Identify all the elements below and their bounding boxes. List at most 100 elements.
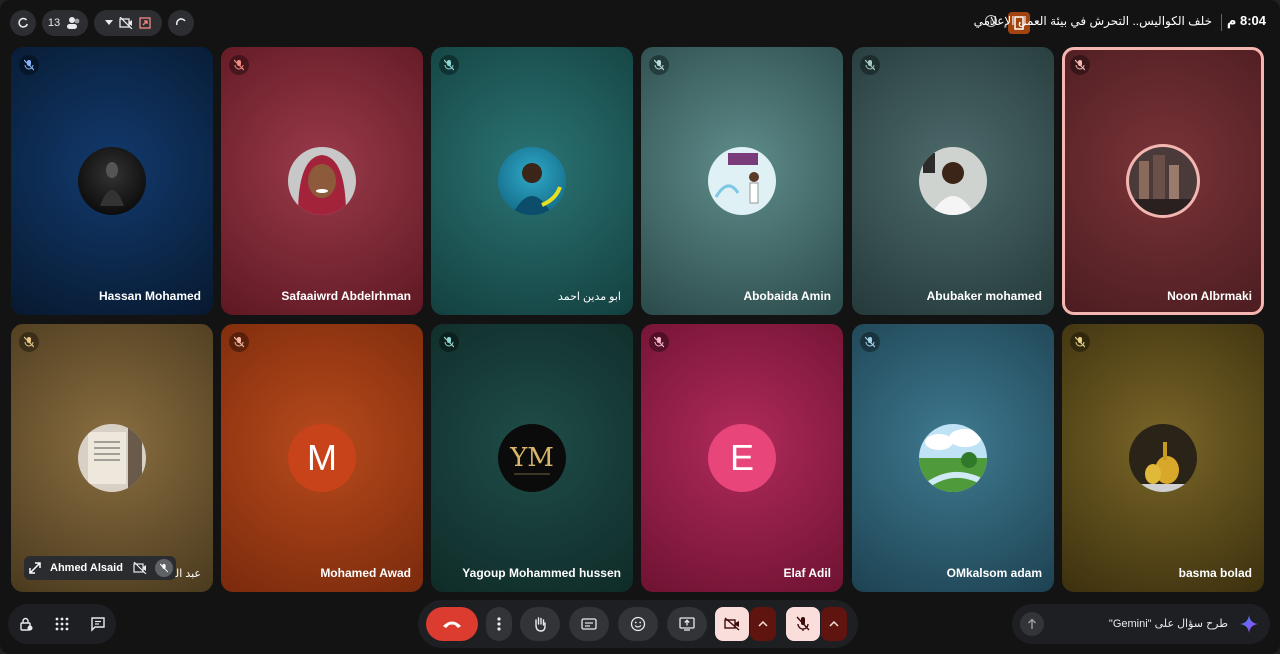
participant-tile[interactable]: Abubaker mohamed [852, 47, 1054, 315]
mic-off-icon [1070, 55, 1090, 75]
avatar [919, 424, 987, 492]
apps-grid-icon[interactable] [55, 617, 69, 631]
present-screen-icon [679, 617, 695, 631]
divider [1221, 14, 1222, 31]
mic-off-icon [229, 332, 249, 352]
expand-icon[interactable] [28, 561, 42, 575]
mic-off-icon [796, 616, 810, 631]
captions-icon [581, 618, 597, 630]
participant-name: Abobaida Amin [743, 289, 831, 303]
captions-button[interactable] [569, 607, 609, 641]
present-off-icon [139, 17, 151, 29]
participant-tile[interactable]: OMkalsom adam [852, 324, 1054, 592]
avatar [78, 147, 146, 215]
participant-tile[interactable]: M Mohamed Awad [221, 324, 423, 592]
top-bar: 13 i خلف الكواليس.. التحرش في بيئة العمل… [0, 0, 1280, 44]
participant-tile[interactable]: Abobaida Amin [641, 47, 843, 315]
hand-icon [535, 617, 546, 632]
gemini-sparkle-icon [1240, 615, 1258, 633]
mic-off-icon [229, 55, 249, 75]
participant-tile[interactable]: basma bolad [1062, 324, 1264, 592]
mic-off-icon [860, 332, 880, 352]
video-off-icon [133, 562, 147, 574]
participants-button[interactable]: 13 [42, 10, 88, 36]
chevron-up-icon [829, 621, 839, 627]
participant-name: ابو مدين احمد [557, 291, 621, 303]
spinner-icon [175, 18, 186, 26]
mic-off-icon [860, 55, 880, 75]
mic-off-icon [439, 332, 459, 352]
mic-off-icon [19, 55, 39, 75]
participant-tile[interactable]: ابو مدين احمد [431, 47, 633, 315]
avatar [498, 147, 566, 215]
gemini-placeholder: طرح سؤال على "Gemini" [1108, 618, 1228, 630]
video-off-icon [119, 17, 133, 29]
avatar: E [708, 424, 776, 492]
avatar [708, 147, 776, 215]
participant-name: Noon Albrmaki [1167, 289, 1252, 303]
avatar [78, 424, 146, 492]
participant-tile[interactable]: YM Yagoup Mohammed hussen [431, 324, 633, 592]
mic-off-icon [649, 55, 669, 75]
loading-button[interactable] [168, 10, 194, 36]
participant-name: OMkalsom adam [946, 566, 1042, 580]
people-icon [67, 17, 80, 29]
mic-off-icon [1070, 332, 1090, 352]
arrow-up-icon [1028, 618, 1036, 629]
more-vert-icon [497, 617, 501, 631]
camera-options-button[interactable] [750, 607, 776, 641]
avatar: YM [498, 424, 566, 492]
participant-name: basma bolad [1178, 566, 1252, 580]
avatar [288, 147, 356, 215]
participant-tile[interactable]: Safaaiwrd Abdelrhman [221, 47, 423, 315]
more-options-button[interactable] [486, 607, 512, 641]
clock: 8:04 م [1226, 13, 1266, 28]
mic-off-icon [439, 55, 459, 75]
refresh-icon [18, 17, 29, 28]
reactions-button[interactable] [618, 607, 658, 641]
emoji-icon [630, 616, 646, 632]
mic-toggle-button[interactable] [786, 607, 820, 641]
chat-icon[interactable] [90, 616, 106, 632]
bottom-bar: طرح سؤال على "Gemini" [0, 600, 1280, 648]
call-controls [418, 600, 858, 648]
mic-off-icon [19, 332, 39, 352]
avatar: M [288, 424, 356, 492]
participant-count: 13 [47, 17, 61, 29]
participant-name: Yagoup Mohammed hussen [462, 566, 621, 580]
participant-name: Abubaker mohamed [926, 289, 1042, 303]
video-off-icon [724, 617, 740, 631]
host-controls-group[interactable] [94, 10, 162, 36]
refresh-button[interactable] [10, 10, 36, 36]
host-lock-icon[interactable] [18, 616, 34, 632]
participant-tile[interactable]: E Elaf Adil [641, 324, 843, 592]
hang-up-icon [443, 621, 461, 628]
mic-options-button[interactable] [821, 607, 847, 641]
camera-toggle-button[interactable] [715, 607, 749, 641]
avatar-letter: M [307, 437, 337, 478]
participant-tile-speaking[interactable]: Noon Albrmaki [1062, 47, 1264, 315]
avatar [1129, 424, 1197, 492]
chevron-down-icon [105, 20, 113, 25]
svg-text:YM: YM [509, 443, 554, 473]
participant-tile[interactable]: Hassan Mohamed [11, 47, 213, 315]
chevron-up-icon [758, 621, 768, 627]
avatar [1129, 147, 1197, 215]
participant-name: Safaaiwrd Abdelrhman [281, 289, 411, 303]
left-controls [8, 604, 116, 644]
gemini-ask-input[interactable]: طرح سؤال على "Gemini" [1012, 604, 1270, 644]
leave-call-button[interactable] [426, 607, 478, 641]
participant-tile[interactable]: عبد القا [11, 324, 213, 592]
participant-name: Mohamed Awad [320, 566, 411, 580]
meeting-title: خلف الكواليس.. التحرش في بيئة العمل الإع… [973, 14, 1212, 28]
meet-window: 13 i خلف الكواليس.. التحرش في بيئة العمل… [0, 0, 1280, 654]
participant-name: Elaf Adil [783, 566, 831, 580]
self-view-overlay[interactable]: Ahmed Alsaid [24, 556, 176, 580]
present-button[interactable] [667, 607, 707, 641]
raise-hand-button[interactable] [520, 607, 560, 641]
avatar [919, 147, 987, 215]
mic-off-icon [649, 332, 669, 352]
participant-name: Hassan Mohamed [98, 289, 201, 303]
send-button[interactable] [1020, 612, 1044, 636]
self-view-name: Ahmed Alsaid [50, 562, 123, 574]
